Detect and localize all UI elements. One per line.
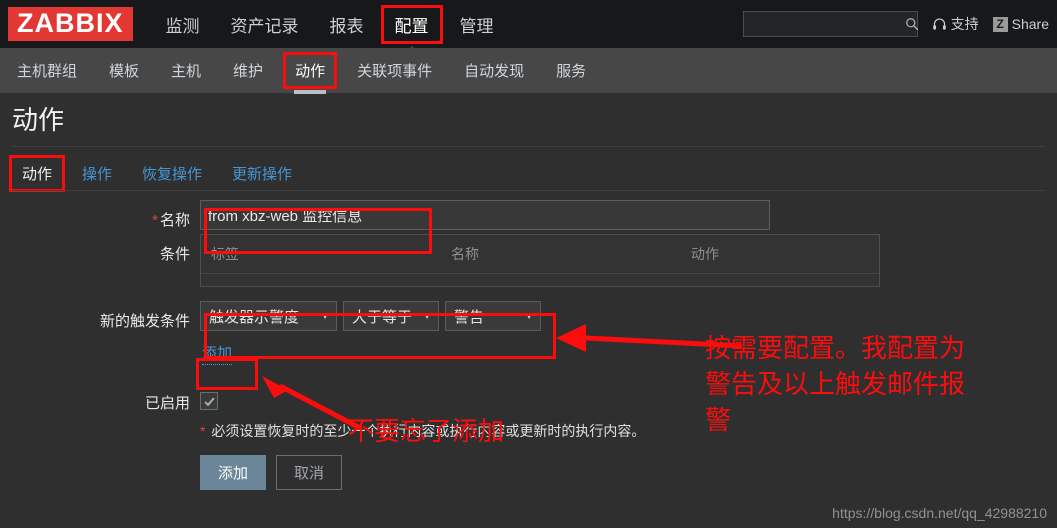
- subnav-item-hosts[interactable]: 主机: [162, 55, 210, 86]
- condition-type-value: 触发器示警度: [209, 308, 300, 326]
- conditions-col-action: 动作: [691, 246, 719, 262]
- tab-action[interactable]: 动作: [8, 155, 66, 192]
- zabbix-share-badge-icon: Z: [992, 16, 1008, 32]
- condition-type-select[interactable]: 触发器示警度 ▼: [200, 301, 337, 331]
- zabbix-action-config-page: ZABBIX 监测 资产记录 报表 配置 管理 支持 Z Share 主机群组 …: [0, 0, 1057, 528]
- form-row-footnote: * 必须设置恢复时的至少一个执行内容或执行内容或更新时的执行内容。 添加 取消: [0, 417, 1057, 490]
- form-row-new-condition: 新的触发条件 触发器示警度 ▼ 大于等于 ▼ 警告 ▼ 添加: [0, 301, 1057, 365]
- conditions-table-body: [201, 274, 879, 286]
- name-required-marker: *: [152, 212, 158, 229]
- new-condition-label: 新的触发条件: [99, 313, 190, 330]
- enabled-label: 已启用: [144, 395, 190, 412]
- conditions-col-label: 标签: [211, 246, 239, 262]
- form-buttons: 添加 取消: [200, 441, 1057, 490]
- sub-navigation-bar: 主机群组 模板 主机 维护 动作 关联项事件 自动发现 服务: [0, 48, 1057, 93]
- subnav-item-host-groups[interactable]: 主机群组: [8, 55, 86, 86]
- page-title: 动作: [12, 105, 65, 135]
- add-condition-link[interactable]: 添加: [202, 342, 233, 365]
- nav-item-reports[interactable]: 报表: [319, 8, 375, 41]
- enabled-checkbox[interactable]: [200, 392, 218, 410]
- nav-item-administration[interactable]: 管理: [449, 8, 505, 41]
- conditions-table-header: 标签 名称 动作: [201, 235, 879, 274]
- conditions-col-name: 名称: [451, 246, 479, 262]
- share-button[interactable]: Z Share: [992, 16, 1049, 32]
- footnote-required-marker: *: [200, 423, 206, 439]
- condition-operator-select[interactable]: 大于等于 ▼: [343, 301, 439, 331]
- global-search-box[interactable]: [742, 11, 919, 37]
- name-input[interactable]: [200, 200, 770, 230]
- nav-item-inventory[interactable]: 资产记录: [220, 8, 310, 41]
- subnav-item-discovery[interactable]: 自动发现: [455, 55, 533, 86]
- main-navigation: 监测 资产记录 报表 配置 管理: [155, 0, 514, 55]
- headset-icon: [932, 18, 946, 30]
- name-field-label: * 名称: [0, 200, 200, 230]
- tab-update-operations[interactable]: 更新操作: [222, 158, 302, 189]
- tab-operations[interactable]: 操作: [72, 158, 122, 189]
- cancel-button[interactable]: 取消: [276, 455, 343, 490]
- new-condition-control: 触发器示警度 ▼ 大于等于 ▼ 警告 ▼ 添加: [200, 301, 1057, 365]
- enabled-control: [200, 383, 1057, 413]
- conditions-control: 标签 名称 动作: [200, 234, 1057, 287]
- share-label: Share: [1011, 16, 1049, 32]
- footnote-control: * 必须设置恢复时的至少一个执行内容或执行内容或更新时的执行内容。 添加 取消: [200, 417, 1057, 490]
- submit-add-button[interactable]: 添加: [200, 455, 267, 490]
- name-field-control: [200, 200, 1057, 230]
- action-form: *名称 条件 标签 名称 动作 新的触发条件: [0, 200, 1057, 494]
- form-footnote: * 必须设置恢复时的至少一个执行内容或执行内容或更新时的执行内容。: [200, 417, 1057, 441]
- tab-recovery-operations[interactable]: 恢复操作: [132, 158, 212, 189]
- support-link[interactable]: 支持: [932, 14, 979, 34]
- footnote-text: 必须设置恢复时的至少一个执行内容或执行内容或更新时的执行内容。: [211, 423, 646, 439]
- new-condition-selects: 触发器示警度 ▼ 大于等于 ▼ 警告 ▼: [200, 301, 1057, 331]
- subnav-item-maintenance[interactable]: 维护: [224, 55, 272, 86]
- subnav-item-services[interactable]: 服务: [547, 55, 595, 86]
- condition-operator-value: 大于等于: [352, 308, 413, 326]
- watermark-url: https://blog.csdn.net/qq_42988210: [832, 505, 1047, 521]
- form-row-enabled: 已启用: [0, 383, 1057, 413]
- tabs-divider: [12, 190, 1045, 191]
- condition-severity-value: 警告: [454, 308, 485, 326]
- conditions-table: 标签 名称 动作: [200, 234, 880, 287]
- condition-severity-select[interactable]: 警告 ▼: [445, 301, 541, 331]
- form-row-name: * 名称: [0, 200, 1057, 230]
- nav-item-configuration[interactable]: 配置: [380, 4, 443, 55]
- support-label: 支持: [950, 16, 979, 32]
- top-header-bar: ZABBIX 监测 资产记录 报表 配置 管理 支持 Z Share: [0, 0, 1057, 55]
- check-icon: [203, 396, 215, 406]
- nav-item-monitoring[interactable]: 监测: [155, 8, 211, 41]
- chevron-down-icon: ▼: [422, 310, 432, 322]
- header-right-group: 支持 Z Share: [742, 0, 1049, 48]
- subnav-item-actions[interactable]: 动作: [283, 52, 338, 89]
- form-tabs: 动作 操作 恢复操作 更新操作: [8, 155, 302, 192]
- subnav-item-correlation[interactable]: 关联项事件: [348, 55, 441, 86]
- search-icon[interactable]: [905, 17, 919, 31]
- title-divider: [12, 146, 1045, 147]
- search-input[interactable]: [749, 17, 905, 31]
- chevron-down-icon: ▼: [524, 310, 534, 322]
- name-label-text: 名称: [159, 212, 190, 229]
- nav-item-configuration-label: 配置: [394, 16, 429, 36]
- form-row-conditions: 条件 标签 名称 动作: [0, 234, 1057, 287]
- zabbix-logo[interactable]: ZABBIX: [8, 7, 133, 41]
- chevron-down-icon: ▼: [320, 310, 330, 322]
- subnav-item-templates[interactable]: 模板: [100, 55, 148, 86]
- conditions-label: 条件: [159, 246, 190, 263]
